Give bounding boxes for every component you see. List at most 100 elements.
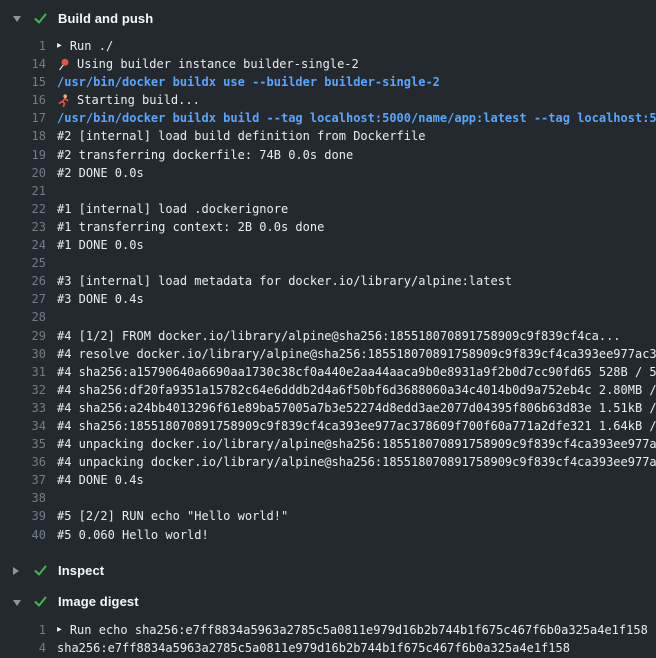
line-number[interactable]: 16 [0, 91, 46, 109]
line-number[interactable]: 29 [0, 327, 46, 345]
line-number[interactable]: 28 [0, 308, 46, 326]
log-line: 15/usr/bin/docker buildx use --builder b… [0, 73, 656, 91]
line-number[interactable]: 18 [0, 127, 46, 145]
line-number[interactable]: 14 [0, 55, 46, 73]
toggle-triangle [13, 600, 21, 606]
log-line: 39#5 [2/2] RUN echo "Hello world!" [0, 507, 656, 525]
log-line-content: #4 sha256:a24bb4013296f61e89ba57005a7b3e… [46, 399, 656, 417]
log-line: 16 Starting build... [0, 91, 656, 109]
log-text: #2 DONE 0.0s [57, 164, 144, 182]
log-text: #4 sha256:185518070891758909c9f839cf4ca3… [57, 417, 656, 435]
log-line-content: ▶Run ./ [46, 37, 656, 55]
step-section-image-digest: Image digest 1 ▶ Run echo sha256:e7ff8834a5… [0, 588, 656, 658]
log-line: 14 Using builder instance builder-single-… [0, 55, 656, 73]
line-number[interactable]: 34 [0, 417, 46, 435]
log-line: 35 #4 unpacking docker.io/library/alpine@… [0, 435, 656, 453]
log-line-content: #2 DONE 0.0s [46, 164, 656, 182]
line-number[interactable]: 17 [0, 109, 46, 127]
log-line: 23#1 transferring context: 2B 0.0s done [0, 218, 656, 236]
pushpin-emoji [57, 58, 70, 71]
line-number[interactable]: 30 [0, 345, 46, 363]
expand-step-icon[interactable] [13, 562, 25, 580]
line-number[interactable]: 22 [0, 200, 46, 218]
log-line: 32 #4 sha256:df20fa9351a15782c64e6dddb2d4… [0, 381, 656, 399]
expand-group-icon[interactable]: ▶ [57, 621, 62, 639]
log-line: 17/usr/bin/docker buildx build --tag loc… [0, 109, 656, 127]
expand-group-icon[interactable]: ▶ [57, 37, 62, 55]
line-number[interactable]: 19 [0, 146, 46, 164]
line-number[interactable]: 21 [0, 182, 46, 200]
log-line: 38 [0, 489, 656, 507]
line-number[interactable]: 26 [0, 272, 46, 290]
step-title-inspect: Inspect [58, 563, 104, 578]
line-number[interactable]: 27 [0, 290, 46, 308]
log-line-content: /usr/bin/docker buildx use --builder bui… [46, 73, 656, 91]
log-line-content: #3 DONE 0.4s [46, 290, 656, 308]
workflow-log-viewer: Build and push1▶Run ./14Using builder in… [0, 0, 656, 658]
log-line-content: #1 DONE 0.0s [46, 236, 656, 254]
log-text: #5 0.060 Hello world! [57, 526, 209, 544]
line-number[interactable]: 1 [0, 621, 46, 639]
log-line-content: #1 [internal] load .dockerignore [46, 200, 656, 218]
line-number[interactable]: 24 [0, 236, 46, 254]
log-line-content: #4 sha256:185518070891758909c9f839cf4ca3… [46, 417, 656, 435]
success-check-icon [33, 11, 49, 26]
line-number[interactable]: 4 [0, 639, 46, 657]
log-text: #3 [internal] load metadata for docker.i… [57, 272, 512, 290]
log-line-content: Using builder instance builder-single-2 [46, 55, 656, 73]
log-line: 21 [0, 182, 656, 200]
line-number[interactable]: 31 [0, 363, 46, 381]
log-line: 24#1 DONE 0.0s [0, 236, 656, 254]
step-header-image-digest[interactable]: Image digest [0, 588, 656, 616]
line-number[interactable]: 33 [0, 399, 46, 417]
step-header-build-and-push[interactable]: Build and push [0, 4, 656, 32]
log-line: 1▶Run ./ [0, 37, 656, 55]
log-line-content [46, 182, 656, 200]
line-number[interactable]: 20 [0, 164, 46, 182]
log-line-content: #5 0.060 Hello world! [46, 526, 656, 544]
line-number[interactable]: 40 [0, 526, 46, 544]
log-line-content: Starting build... [46, 91, 656, 109]
log-text: Starting build... [77, 91, 200, 109]
log-line: 1 ▶ Run echo sha256:e7ff8834a5963a2785c5a0… [0, 621, 656, 639]
log-line: 28 [0, 308, 656, 326]
log-line: 27#3 DONE 0.4s [0, 290, 656, 308]
log-line: 4sha256:e7ff8834a5963a2785c5a0811e979d16… [0, 639, 656, 657]
runner-emoji [57, 94, 70, 107]
step-section-inspect: Inspect [0, 557, 656, 585]
log-text: #4 unpacking docker.io/library/alpine@sh… [57, 435, 656, 453]
log-line-content: #2 [internal] load build definition from… [46, 127, 656, 145]
step-logs-image-digest: 1 ▶ Run echo sha256:e7ff8834a5963a2785c5a0… [0, 616, 656, 658]
log-line: 19#2 transferring dockerfile: 74B 0.0s d… [0, 146, 656, 164]
line-number[interactable]: 35 [0, 435, 46, 453]
line-number[interactable]: 15 [0, 73, 46, 91]
line-number[interactable]: 1 [0, 37, 46, 55]
step-section-build-and-push: Build and push 1▶Run ./14 Using builder in… [0, 4, 656, 553]
log-line-content: #2 transferring dockerfile: 74B 0.0s don… [46, 146, 656, 164]
line-number[interactable]: 25 [0, 254, 46, 272]
log-line-content: #4 unpacking docker.io/library/alpine@sh… [46, 435, 656, 453]
log-text: #4 unpacking docker.io/library/alpine@sh… [57, 453, 656, 471]
log-text: /usr/bin/docker buildx build --tag local… [57, 109, 656, 127]
line-number[interactable]: 39 [0, 507, 46, 525]
log-line: 40 #5 0.060 Hello world! [0, 526, 656, 544]
line-number[interactable]: 36 [0, 453, 46, 471]
log-line-content: ▶ Run echo sha256:e7ff8834a5963a2785c5a08… [46, 621, 656, 639]
line-number[interactable]: 37 [0, 471, 46, 489]
line-number[interactable]: 38 [0, 489, 46, 507]
line-number[interactable]: 23 [0, 218, 46, 236]
log-line-content: #1 transferring context: 2B 0.0s done [46, 218, 656, 236]
log-text: #4 sha256:df20fa9351a15782c64e6dddb2d4a6… [57, 381, 656, 399]
log-line-content: #4 sha256:df20fa9351a15782c64e6dddb2d4a6… [46, 381, 656, 399]
line-number[interactable]: 32 [0, 381, 46, 399]
log-line: 22#1 [internal] load .dockerignore [0, 200, 656, 218]
log-text: Using builder instance builder-single-2 [77, 55, 359, 73]
collapse-step-icon[interactable] [13, 9, 25, 27]
collapse-step-icon[interactable] [13, 593, 25, 611]
log-text: #4 [1/2] FROM docker.io/library/alpine@s… [57, 327, 621, 345]
step-header-inspect[interactable]: Inspect [0, 557, 656, 585]
log-line-content [46, 308, 656, 326]
log-line-content: #4 DONE 0.4s [46, 471, 656, 489]
log-line-content [46, 254, 656, 272]
log-text: Run echo sha256:e7ff8834a5963a2785c5a081… [70, 621, 648, 639]
